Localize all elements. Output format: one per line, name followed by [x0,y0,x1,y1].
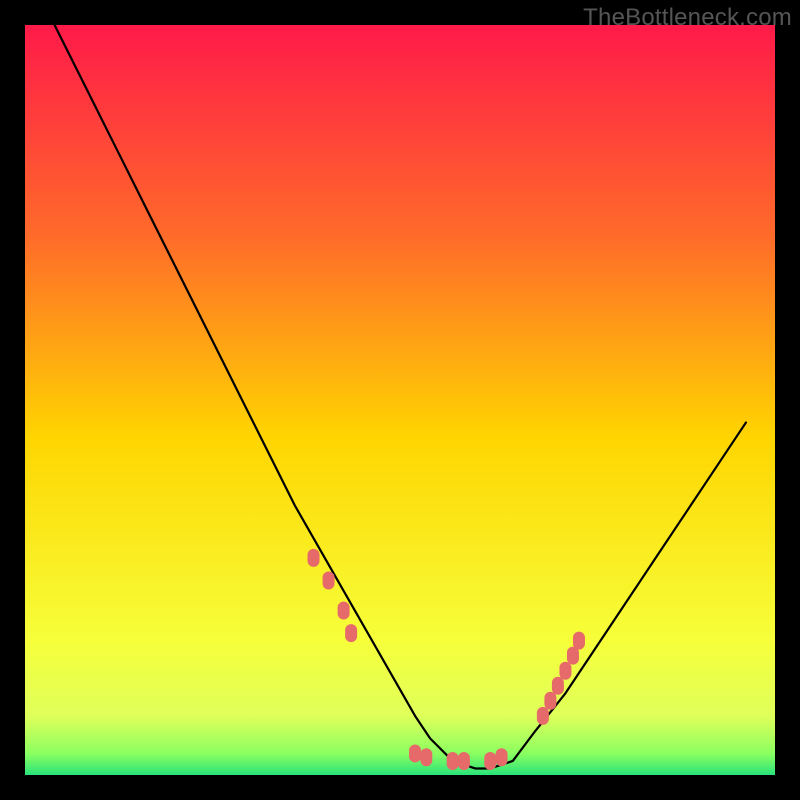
data-marker [420,748,432,766]
data-marker [544,692,556,710]
data-marker [308,549,320,567]
data-marker [409,744,421,762]
data-marker [323,571,335,589]
gradient-background [24,24,776,776]
data-marker [458,752,470,770]
data-marker [537,707,549,725]
data-marker [552,677,564,695]
data-marker [567,647,579,665]
data-marker [496,748,508,766]
data-marker [338,602,350,620]
data-marker [447,752,459,770]
data-marker [573,632,585,650]
attribution-label: TheBottleneck.com [583,4,792,32]
data-marker [484,752,496,770]
chart-stage: TheBottleneck.com [0,0,800,800]
data-marker [345,624,357,642]
chart-canvas [24,24,776,776]
data-marker [559,662,571,680]
plot-area-container [24,24,776,776]
